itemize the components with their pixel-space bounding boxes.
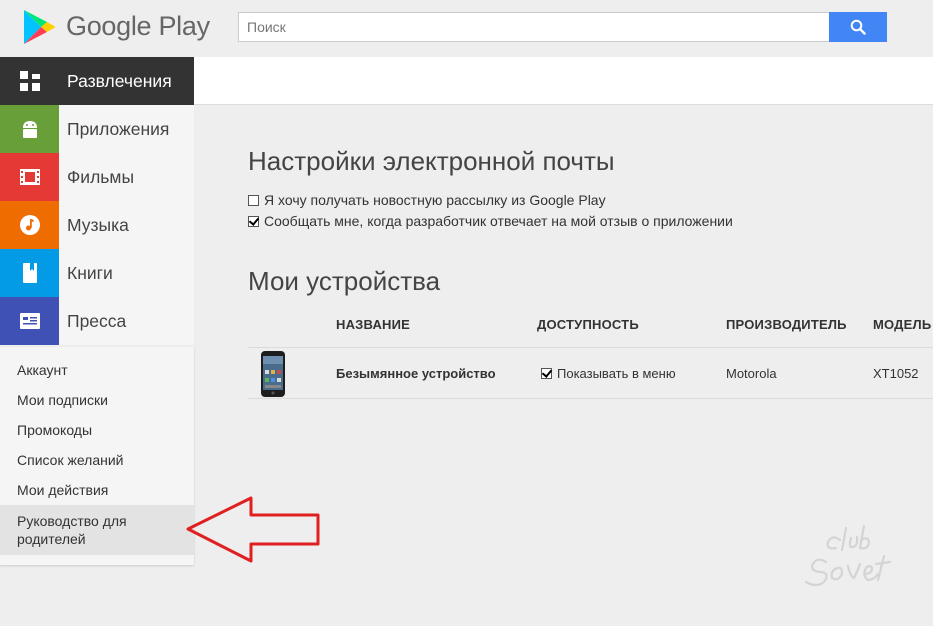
watermark-logo-icon <box>804 524 892 587</box>
book-icon <box>0 249 59 297</box>
music-note-icon <box>0 201 59 249</box>
menu-item-wishlist[interactable]: Список желаний <box>0 445 194 475</box>
sidebar-item-label: Пресса <box>67 310 127 331</box>
column-header-model[interactable]: МОДЕЛЬ <box>873 317 931 332</box>
sidebar-item-entertainment[interactable]: Развлечения <box>0 57 194 105</box>
developer-reply-checkbox[interactable] <box>248 215 259 227</box>
sidebar-item-books[interactable]: Книги <box>0 249 194 297</box>
account-menu: Аккаунт Мои подписки Промокоды Список же… <box>0 347 194 565</box>
android-icon <box>0 105 59 153</box>
newsletter-label: Я хочу получать новостную рассылку из Go… <box>264 192 606 208</box>
availability-label: Показывать в меню <box>557 366 676 381</box>
newsletter-checkbox[interactable] <box>248 194 259 206</box>
sidebar-item-music[interactable]: Музыка <box>0 201 194 249</box>
device-manufacturer: Motorola <box>726 366 777 381</box>
devices-table: НАЗВАНИЕ ДОСТУПНОСТЬ ПРОИЗВОДИТЕЛЬ МОДЕЛ… <box>248 304 933 399</box>
sidebar-item-movies[interactable]: Фильмы <box>0 153 194 201</box>
column-header-manufacturer[interactable]: ПРОИЗВОДИТЕЛЬ <box>726 317 847 332</box>
sidebar-item-label: Музыка <box>67 214 129 235</box>
newsletter-option[interactable]: Я хочу получать новостную рассылку из Go… <box>248 192 606 208</box>
availability-cell[interactable]: Показывать в меню <box>541 366 676 381</box>
column-header-availability[interactable]: ДОСТУПНОСТЬ <box>537 317 639 332</box>
email-settings-title: Настройки электронной почты <box>248 146 615 176</box>
logo-text[interactable]: Google Play <box>66 11 210 42</box>
phone-icon <box>261 351 285 397</box>
show-in-menu-checkbox[interactable] <box>541 368 552 379</box>
google-play-logo-icon[interactable] <box>22 8 56 46</box>
search-input[interactable] <box>239 13 830 41</box>
sidebar-item-label: Фильмы <box>67 166 135 187</box>
menu-item-parent-guide[interactable]: Руководство для родителей <box>0 505 194 555</box>
sidebar-item-label: Развлечения <box>67 70 172 91</box>
table-header: НАЗВАНИЕ ДОСТУПНОСТЬ ПРОИЗВОДИТЕЛЬ МОДЕЛ… <box>248 304 933 348</box>
menu-item-subscriptions[interactable]: Мои подписки <box>0 385 194 415</box>
film-icon <box>0 153 59 201</box>
sidebar-item-press[interactable]: Пресса <box>0 297 194 345</box>
menu-item-my-activity[interactable]: Мои действия <box>0 475 194 505</box>
content-header-bar <box>194 57 933 105</box>
search-icon <box>850 19 866 35</box>
developer-reply-option[interactable]: Сообщать мне, когда разработчик отвечает… <box>248 213 733 229</box>
newspaper-icon <box>0 297 59 345</box>
devices-title: Мои устройства <box>248 266 441 296</box>
table-row: Безымянное устройство Показывать в меню … <box>248 348 933 399</box>
sidebar: Развлечения Приложения Фильмы Музыка Кни… <box>0 57 194 565</box>
developer-reply-label: Сообщать мне, когда разработчик отвечает… <box>264 213 733 229</box>
sidebar-item-apps[interactable]: Приложения <box>0 105 194 153</box>
search-button[interactable] <box>829 12 887 42</box>
apps-grid-icon <box>0 57 59 105</box>
search-box[interactable] <box>238 12 830 42</box>
menu-item-promo-codes[interactable]: Промокоды <box>0 415 194 445</box>
device-model: XT1052 <box>873 366 919 381</box>
annotation-arrow-icon <box>186 496 320 563</box>
header: Google Play <box>0 0 933 57</box>
sidebar-item-label: Книги <box>67 262 113 283</box>
device-name: Безымянное устройство <box>336 366 496 381</box>
column-header-name[interactable]: НАЗВАНИЕ <box>336 317 410 332</box>
sidebar-item-label: Приложения <box>67 118 170 139</box>
menu-item-account[interactable]: Аккаунт <box>0 355 194 385</box>
